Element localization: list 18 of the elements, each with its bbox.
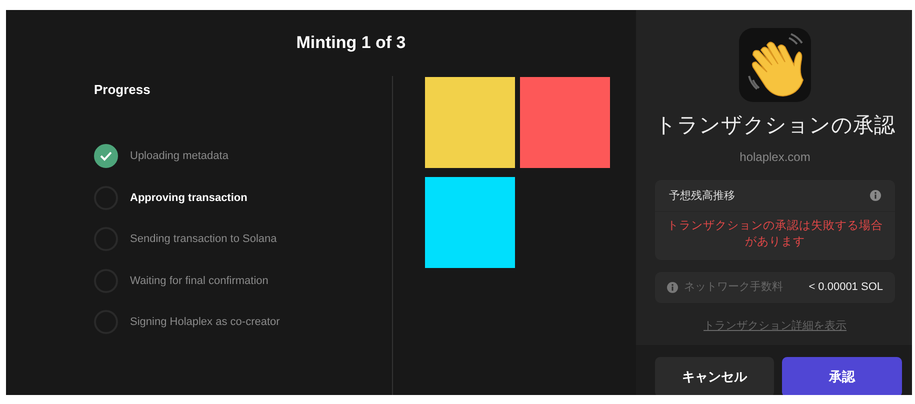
step-label: Waiting for final confirmation — [130, 274, 268, 288]
cancel-button[interactable]: キャンセル — [655, 357, 774, 395]
site-origin: holaplex.com — [740, 148, 810, 166]
fee-value: < 0.00001 SOL — [808, 280, 883, 296]
step-label: Sending transaction to Solana — [130, 232, 277, 247]
waving-hand-icon — [739, 28, 811, 102]
step-label: Signing Holaplex as co-creator — [130, 315, 280, 330]
info-icon — [870, 190, 881, 202]
fee-label: ネットワーク手数料 — [684, 280, 784, 296]
step-label: Approving transaction — [130, 190, 248, 206]
error-message: トランザクションの承認は失敗する場合があります — [666, 218, 884, 250]
approve-button[interactable]: 承認 — [782, 357, 902, 395]
section-title: Progress — [94, 81, 150, 99]
step-label: Uploading metadata — [130, 149, 228, 164]
info-icon — [667, 282, 678, 293]
dialog-title: トランザクションの承認 — [655, 113, 895, 139]
card-title: 予想残高推移 — [669, 188, 735, 204]
page-title: Minting 1 of 3 — [296, 33, 406, 52]
